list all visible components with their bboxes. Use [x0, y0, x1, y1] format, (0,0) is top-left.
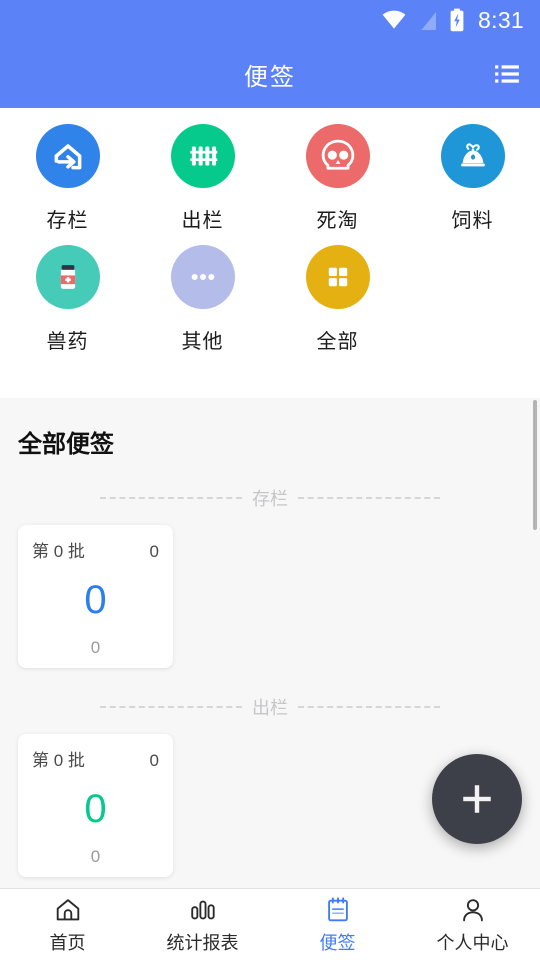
category-label: 出栏: [181, 210, 224, 232]
section-divider: 出栏: [0, 694, 540, 720]
section-divider: 存栏: [0, 485, 540, 511]
plus-icon: [463, 785, 491, 813]
note-value: 0: [84, 787, 107, 831]
category-label: 其他: [181, 331, 224, 353]
app-bar: 便签: [0, 40, 540, 108]
medicine-bottle-icon: [35, 245, 100, 309]
category-item-sitao[interactable]: 死淘: [270, 124, 405, 233]
list-menu-button[interactable]: [490, 57, 524, 91]
nav-item-home[interactable]: 首页: [0, 889, 135, 960]
signal-off-icon: [419, 9, 437, 31]
nav-label: 个人中心: [436, 932, 509, 953]
add-note-button[interactable]: [432, 754, 522, 844]
category-item-chulan[interactable]: 出栏: [135, 124, 270, 233]
category-item-siliao[interactable]: 饲料: [405, 124, 540, 233]
wifi-icon: [382, 10, 406, 29]
battery-charging-icon: [450, 8, 464, 32]
vertical-scrollbar[interactable]: [533, 400, 537, 530]
note-footer: 0: [90, 847, 101, 866]
note-card-header: 第 0 批 0: [32, 537, 159, 562]
list-menu-icon: [495, 65, 519, 83]
note-card[interactable]: 第 0 批 0 0 0: [18, 734, 173, 877]
note-footer: 0: [90, 638, 101, 657]
category-item-quanbu[interactable]: 全部: [270, 245, 405, 354]
section-card-row: 第 0 批 0 0 0: [0, 511, 540, 668]
house-arrow-in-icon: [35, 124, 100, 188]
note-count-label: 0: [149, 542, 159, 561]
home-icon: [56, 898, 79, 920]
section-label: 出栏: [252, 698, 288, 718]
skull-icon: [305, 124, 370, 188]
note-card-header: 第 0 批 0: [32, 746, 159, 771]
notes-heading: 全部便签: [18, 431, 114, 458]
nav-item-profile[interactable]: 个人中心: [405, 889, 540, 960]
nav-label: 统计报表: [166, 932, 239, 953]
category-label: 饲料: [451, 210, 494, 232]
note-batch-label: 第 0 批: [32, 542, 85, 561]
category-item-cunlan[interactable]: 存栏: [0, 124, 135, 233]
category-item-qita[interactable]: 其他: [135, 245, 270, 354]
status-clock: 8:31: [478, 6, 524, 33]
status-bar: 8:31: [0, 0, 540, 40]
category-label: 死淘: [316, 210, 359, 232]
divider-line-right: [298, 706, 440, 708]
nav-label: 便签: [319, 932, 356, 953]
page-title: 便签: [244, 63, 296, 91]
bottom-navigation: 首页 统计报表 便签 个人中心: [0, 888, 540, 960]
category-grid: 存栏 出栏 死淘 饲料 兽药 其他 全部: [0, 108, 540, 354]
bar-chart-icon: [190, 900, 215, 919]
grid-four-icon: [305, 245, 370, 309]
note-batch-label: 第 0 批: [32, 751, 85, 770]
category-label: 兽药: [46, 331, 89, 353]
divider-line-right: [298, 497, 440, 499]
category-panel: 存栏 出栏 死淘 饲料 兽药 其他 全部: [0, 108, 540, 398]
fence-gate-icon: [170, 124, 235, 188]
note-count-label: 0: [149, 751, 159, 770]
nav-item-notes[interactable]: 便签: [270, 889, 405, 960]
feed-sack-icon: [440, 124, 505, 188]
nav-label: 首页: [49, 932, 86, 953]
divider-line-left: [100, 497, 242, 499]
ellipsis-icon: [170, 245, 235, 309]
category-label: 全部: [316, 331, 359, 353]
category-label: 存栏: [46, 210, 89, 232]
app-screen: 8:31 便签 存栏 出栏 死淘 饲料 兽药 其他 全部 全部便签 存栏 第 0…: [0, 0, 540, 960]
note-card[interactable]: 第 0 批 0 0 0: [18, 525, 173, 668]
person-icon: [462, 898, 483, 921]
nav-item-reports[interactable]: 统计报表: [135, 889, 270, 960]
notepad-icon: [327, 896, 348, 921]
category-item-shouyao[interactable]: 兽药: [0, 245, 135, 354]
section-label: 存栏: [252, 489, 288, 509]
divider-line-left: [100, 706, 242, 708]
note-value: 0: [84, 578, 107, 622]
